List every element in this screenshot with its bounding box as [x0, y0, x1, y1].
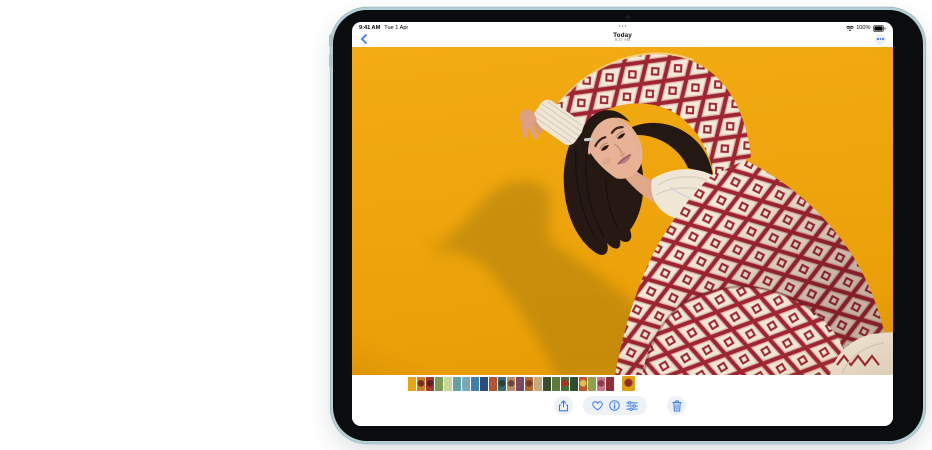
top-button [329, 34, 334, 47]
status-date: Tue 1 Apr [384, 26, 408, 32]
filmstrip-thumb[interactable] [444, 377, 452, 391]
nav-title-group: Today 8:37 AM [352, 32, 893, 44]
share-button[interactable] [554, 396, 573, 415]
battery-icon [873, 25, 886, 32]
adjust-button[interactable] [625, 396, 639, 415]
filmstrip-thumb[interactable] [480, 377, 488, 391]
filmstrip-thumb[interactable] [507, 377, 515, 391]
filmstrip-thumb[interactable] [525, 377, 533, 391]
filmstrip-thumb[interactable] [471, 377, 479, 391]
filmstrip-thumb[interactable] [588, 377, 596, 391]
more-button[interactable] [875, 34, 886, 45]
ipad-screen: 9:41 AM Tue 1 Apr 100% [352, 22, 893, 426]
screenshot-canvas: 9:41 AM Tue 1 Apr 100% [0, 0, 932, 450]
filmstrip-thumb[interactable] [579, 377, 587, 391]
filmstrip-thumb[interactable] [408, 377, 416, 391]
ipad-device-frame: 9:41 AM Tue 1 Apr 100% [333, 10, 923, 441]
filmstrip-thumb[interactable] [498, 377, 506, 391]
filmstrip-thumb[interactable] [426, 377, 434, 391]
share-icon [558, 400, 569, 412]
filmstrip-thumb[interactable] [489, 377, 497, 391]
filmstrip [408, 377, 614, 391]
filmstrip-thumb[interactable] [516, 377, 524, 391]
vignette [352, 47, 893, 375]
filmstrip-thumb[interactable] [570, 377, 578, 391]
filmstrip-thumb[interactable] [453, 377, 461, 391]
filmstrip-selected-thumb[interactable] [622, 376, 635, 391]
filmstrip-thumb[interactable] [597, 377, 605, 391]
photo-image [352, 47, 893, 375]
trash-icon [672, 400, 682, 412]
bottom-bar [352, 375, 893, 426]
favorite-button[interactable] [591, 396, 605, 415]
photo-toolbar [352, 396, 893, 416]
filmstrip-thumb[interactable] [552, 377, 560, 391]
volume-button [329, 54, 334, 67]
front-camera [626, 15, 630, 19]
heart-icon [592, 401, 603, 411]
filmstrip-thumb[interactable] [417, 377, 425, 391]
battery-percent: 100% [856, 26, 870, 32]
page-subtitle: 8:37 AM [384, 40, 860, 44]
info-button[interactable] [608, 396, 622, 415]
wifi-icon [846, 26, 854, 32]
photo-viewer[interactable] [352, 47, 893, 375]
info-icon [609, 400, 620, 411]
delete-button[interactable] [667, 396, 686, 415]
action-pill [583, 396, 647, 415]
status-time: 9:41 AM [359, 26, 380, 32]
filmstrip-thumb[interactable] [534, 377, 542, 391]
filmstrip-thumb[interactable] [435, 377, 443, 391]
filmstrip-thumb[interactable] [606, 377, 614, 391]
sliders-icon [626, 401, 638, 411]
filmstrip-thumb[interactable] [561, 377, 569, 391]
nav-bar: Today 8:37 AM [352, 33, 893, 47]
ellipsis-icon [877, 38, 879, 40]
status-right: 100% [846, 25, 886, 32]
status-left: 9:41 AM Tue 1 Apr [359, 26, 408, 32]
multitask-indicator-icon[interactable] [619, 25, 627, 27]
filmstrip-thumb[interactable] [543, 377, 551, 391]
filmstrip-thumb[interactable] [462, 377, 470, 391]
